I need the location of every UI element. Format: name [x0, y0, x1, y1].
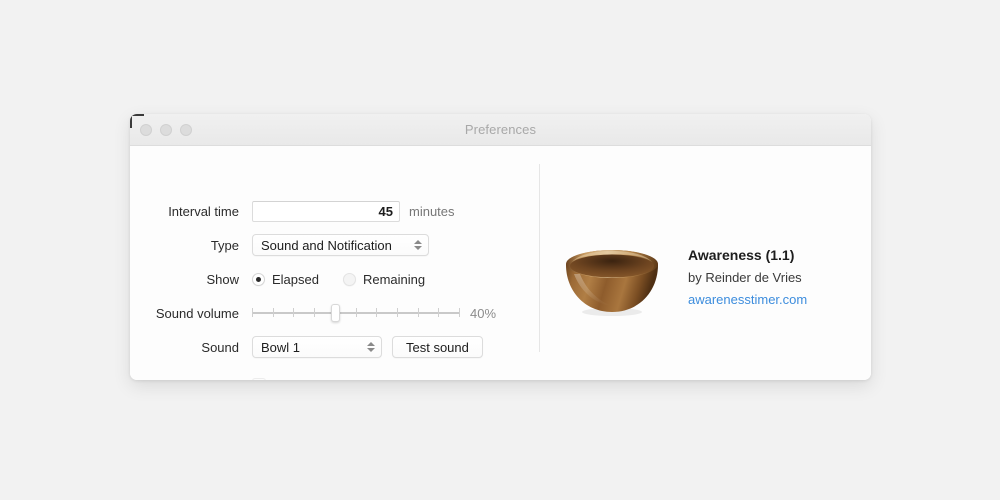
interval-time-label: Interval time [168, 203, 239, 219]
sound-label: Sound [201, 339, 239, 355]
sound-volume-label: Sound volume [155, 305, 239, 321]
radio-remaining-indicator[interactable] [342, 272, 356, 286]
app-name: Awareness (1.1) [688, 247, 795, 263]
sound-volume-slider[interactable] [252, 302, 460, 324]
slider-tick [314, 308, 316, 317]
row-interval-time: Interval time 45 minutes [130, 200, 455, 222]
chevron-updown-icon [364, 339, 377, 355]
radio-elapsed-indicator[interactable] [252, 272, 265, 286]
slider-tick [459, 308, 460, 317]
slider-tick [252, 308, 253, 317]
vertical-divider [539, 164, 540, 352]
window-content: Interval time 45 minutes Type Sound and … [130, 146, 871, 380]
restart-on-wake-label: Restart timer on Mac wake [274, 378, 429, 381]
slider-tick [355, 308, 357, 317]
app-website-link[interactable]: awarenesstimer.com [688, 292, 807, 307]
radio-elapsed-label: Elapsed [272, 271, 319, 287]
window-corner-marker [130, 114, 144, 128]
restart-on-wake-checkbox-row[interactable]: Restart timer on Mac wake [252, 378, 429, 381]
slider-tick [438, 308, 440, 317]
slider-tick [417, 308, 419, 317]
row-type: Type Sound and Notification [130, 234, 429, 256]
radio-remaining[interactable]: Remaining [342, 271, 426, 287]
interval-time-unit: minutes [409, 203, 455, 219]
show-radio-group: Elapsed Remaining [252, 272, 449, 287]
checkmark-icon [254, 380, 265, 381]
sound-select-value: Bowl 1 [261, 339, 301, 355]
slider-tick [396, 308, 398, 317]
slider-tick [376, 308, 378, 317]
about-text: Awareness (1.1) by Reinder de Vries awar… [688, 247, 807, 311]
slider-tick [293, 308, 295, 317]
row-show: Show Elapsed Remaining [130, 268, 449, 290]
about-panel: Awareness (1.1) by Reinder de Vries awar… [560, 238, 807, 320]
row-sound-volume: Sound volume 40% [130, 302, 496, 324]
type-select-value: Sound and Notification [261, 237, 392, 253]
type-label: Type [210, 237, 239, 253]
sound-select[interactable]: Bowl 1 [252, 336, 382, 358]
interval-time-input[interactable]: 45 [252, 200, 400, 222]
singing-bowl-graphic [566, 250, 658, 316]
row-sound: Sound Bowl 1 Test sound [130, 336, 483, 358]
type-select[interactable]: Sound and Notification [252, 234, 429, 256]
window-titlebar[interactable]: Preferences [130, 114, 871, 146]
slider-tick-marks [252, 308, 460, 318]
app-author: by Reinder de Vries [688, 270, 802, 285]
restart-on-wake-checkbox[interactable] [252, 378, 266, 380]
radio-remaining-label: Remaining [362, 271, 426, 287]
preferences-window: Preferences Interval time 45 minutes Typ… [130, 114, 871, 380]
show-label: Show [206, 271, 239, 287]
radio-elapsed[interactable]: Elapsed [252, 272, 319, 287]
chevron-updown-icon [411, 237, 424, 253]
singing-bowl-icon [560, 238, 664, 320]
sound-volume-value: 40% [470, 305, 497, 321]
row-restart-on-wake: Restart timer on Mac wake [130, 374, 429, 380]
screen: Preferences Interval time 45 minutes Typ… [0, 0, 1000, 500]
window-title: Preferences [464, 122, 537, 137]
slider-knob[interactable] [330, 304, 340, 322]
test-sound-button[interactable]: Test sound [392, 336, 483, 358]
slider-tick [272, 308, 274, 317]
